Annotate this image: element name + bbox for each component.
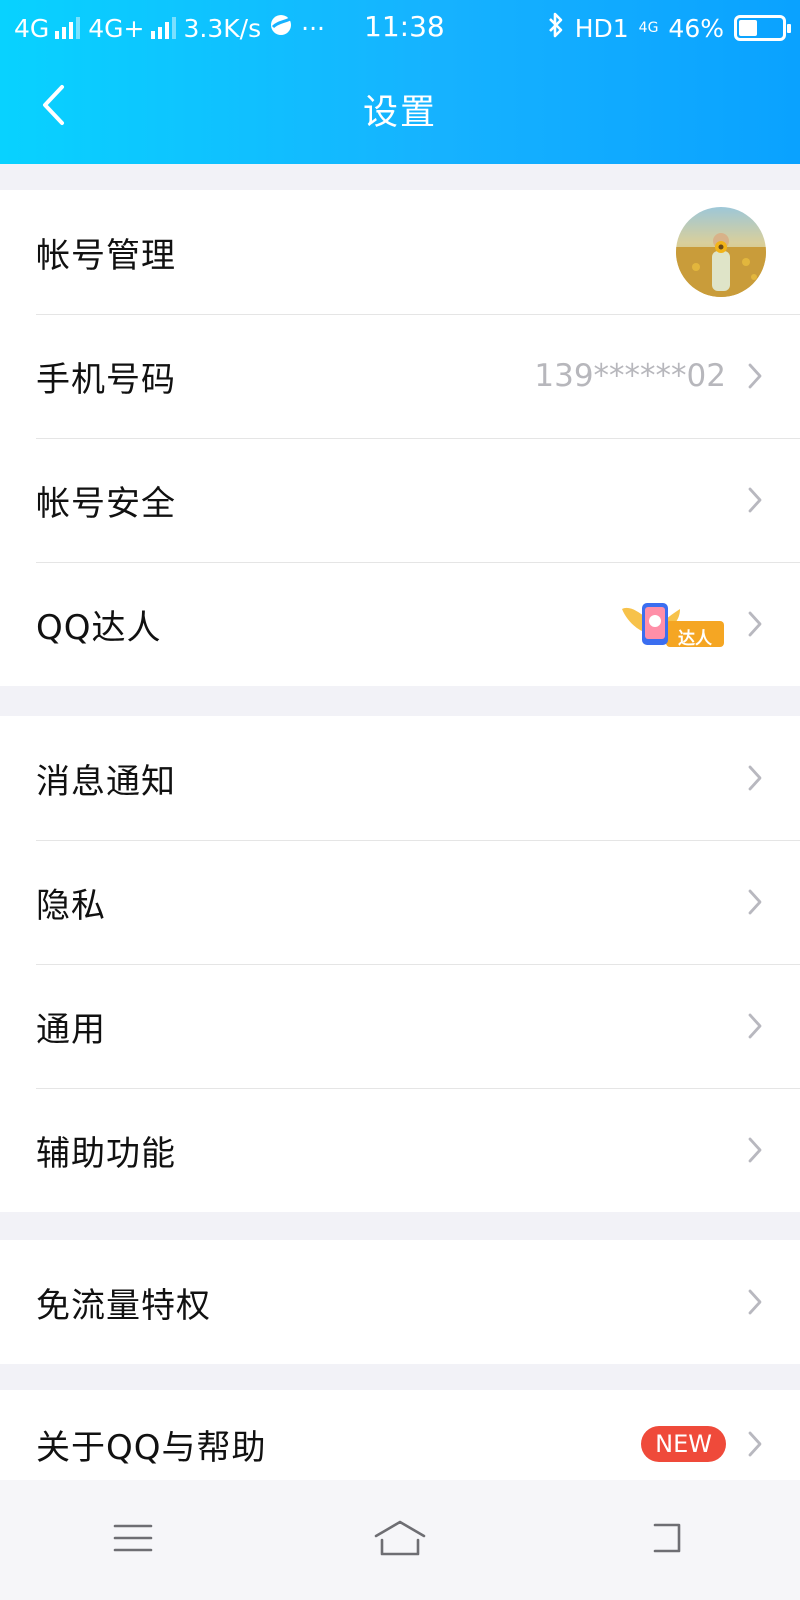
network-type-indicator: 4G [638, 20, 659, 36]
network-speed: 3.3K/s [183, 13, 262, 43]
status-bar: 4G 4G+ 3.3K/s ··· 11:38 HD1 4G 46% [0, 0, 800, 56]
row-label: 免流量特权 [36, 1285, 211, 1326]
qq-daren-row[interactable]: QQ达人 达人 [0, 562, 800, 686]
browser-icon [269, 13, 293, 43]
account-management-row[interactable]: 帐号管理 [0, 190, 800, 314]
signal-icon [150, 17, 176, 39]
chevron-right-icon [744, 1133, 766, 1167]
back-nav-button[interactable] [627, 1510, 707, 1570]
account-group: 帐号管理 手机号码 139******02 帐号安全 QQ达人 达人 [0, 190, 800, 686]
home-button[interactable] [360, 1510, 440, 1570]
chevron-right-icon [744, 1009, 766, 1043]
about-group: 关于QQ与帮助 NEW [0, 1390, 800, 1480]
row-label: 隐私 [36, 885, 106, 926]
about-help-row[interactable]: 关于QQ与帮助 NEW [0, 1390, 800, 1480]
chevron-right-icon [744, 483, 766, 517]
sim2-signal: 4G+ [88, 13, 176, 43]
sim2-label: 4G+ [88, 13, 145, 43]
back-icon [647, 1521, 687, 1559]
row-label: 通用 [36, 1009, 106, 1050]
daren-badge-text: 达人 [678, 629, 712, 649]
row-label: 消息通知 [36, 761, 176, 802]
battery-icon [734, 15, 791, 41]
sim1-label: 4G [14, 13, 50, 43]
battery-percent: 46% [668, 13, 724, 43]
accessibility-row[interactable]: 辅助功能 [0, 1088, 800, 1212]
privacy-row[interactable]: 隐私 [0, 840, 800, 964]
chevron-right-icon [744, 607, 766, 641]
clock: 11:38 [364, 10, 445, 43]
account-security-row[interactable]: 帐号安全 [0, 438, 800, 562]
home-icon [373, 1518, 427, 1562]
new-badge: NEW [641, 1426, 726, 1462]
data-privilege-group: 免流量特权 [0, 1240, 800, 1364]
page-title: 设置 [362, 93, 437, 133]
sim1-signal: 4G [14, 13, 81, 43]
daren-badge-icon: 达人 [620, 597, 726, 651]
preferences-group: 消息通知 隐私 通用 辅助功能 [0, 716, 800, 1212]
more-notifications-icon: ··· [301, 13, 325, 43]
chevron-right-icon [744, 761, 766, 795]
notifications-row[interactable]: 消息通知 [0, 716, 800, 840]
chevron-right-icon [744, 1427, 766, 1461]
menu-icon [113, 1523, 153, 1557]
hd-indicator: HD1 [574, 13, 629, 43]
chevron-right-icon [744, 359, 766, 393]
avatar [676, 207, 766, 297]
system-nav-bar [0, 1480, 800, 1600]
row-label: 手机号码 [36, 359, 176, 400]
row-label: 关于QQ与帮助 [36, 1427, 267, 1468]
signal-icon [55, 17, 81, 39]
menu-button[interactable] [93, 1510, 173, 1570]
chevron-right-icon [744, 885, 766, 919]
phone-number-value: 139******02 [534, 358, 726, 394]
free-data-privilege-row[interactable]: 免流量特权 [0, 1240, 800, 1364]
row-label: 帐号安全 [36, 483, 176, 524]
bluetooth-icon [547, 11, 565, 45]
row-label: 辅助功能 [36, 1133, 176, 1174]
row-label: QQ达人 [36, 607, 162, 648]
general-row[interactable]: 通用 [0, 964, 800, 1088]
title-bar: 4G 4G+ 3.3K/s ··· 11:38 HD1 4G 46% 设置 [0, 0, 800, 164]
phone-number-row[interactable]: 手机号码 139******02 [0, 314, 800, 438]
row-label: 帐号管理 [36, 235, 176, 276]
chevron-right-icon [744, 1285, 766, 1319]
